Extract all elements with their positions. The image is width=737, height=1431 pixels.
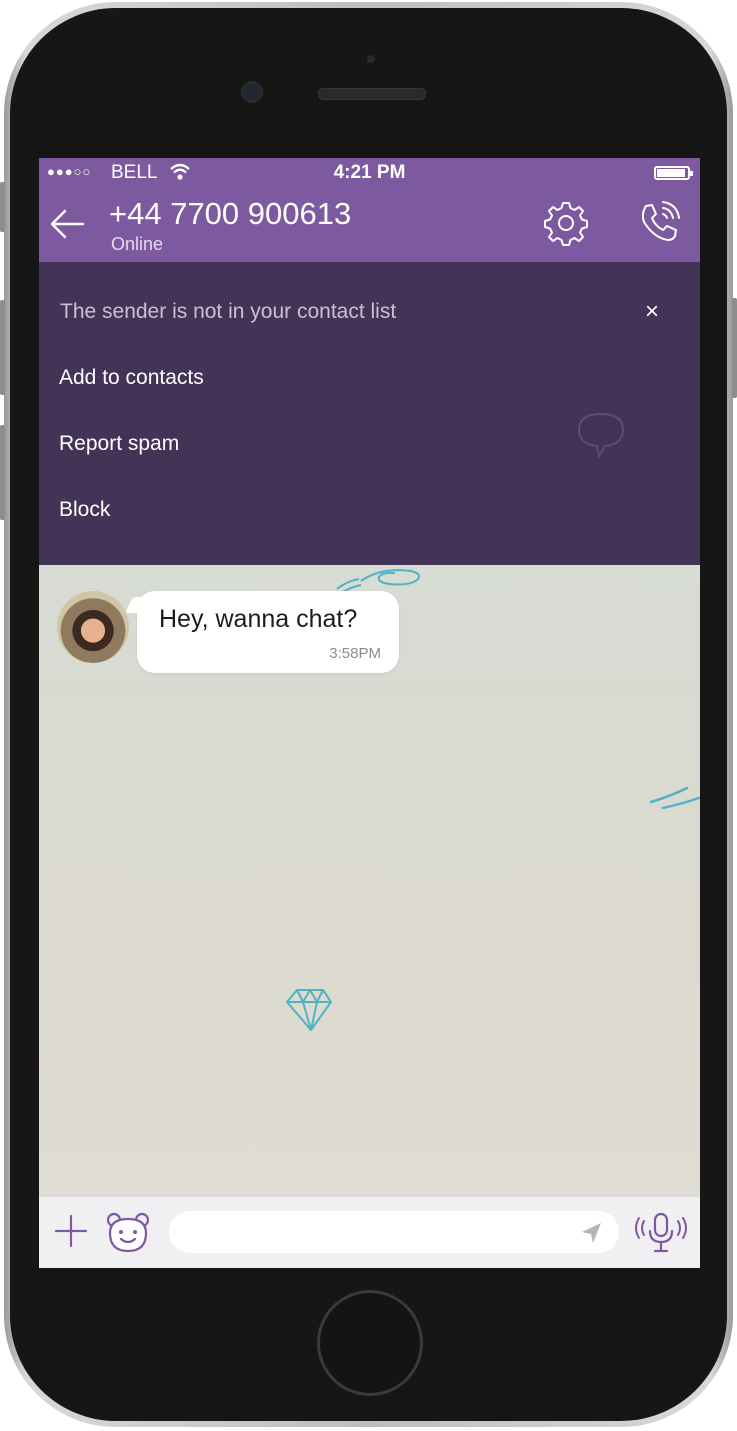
mute-switch [0, 182, 5, 232]
report-spam-button[interactable]: Report spam [59, 432, 179, 456]
unknown-sender-banner: The sender is not in your contact list ×… [39, 262, 700, 565]
phone-call-icon[interactable] [634, 198, 684, 248]
front-camera [241, 81, 263, 103]
battery-level [657, 169, 685, 177]
home-button[interactable] [317, 1290, 423, 1396]
composer-bar [39, 1196, 700, 1268]
close-icon[interactable]: × [645, 300, 659, 324]
banner-message: The sender is not in your contact list [60, 300, 397, 323]
diamond-doodle-icon [286, 989, 332, 1031]
proximity-sensor [367, 55, 375, 63]
chat-header: +44 7700 900613 Online [39, 188, 700, 262]
stroke-doodle-icon [649, 786, 700, 810]
message-timestamp: 3:58PM [329, 645, 381, 662]
contact-number[interactable]: +44 7700 900613 [109, 196, 351, 232]
power-button [732, 298, 737, 398]
gear-icon[interactable] [541, 198, 591, 248]
earpiece-speaker [318, 88, 426, 100]
back-arrow-icon[interactable] [47, 204, 87, 244]
message-text: Hey, wanna chat? [159, 605, 358, 633]
clock: 4:21 PM [333, 162, 406, 183]
avatar[interactable] [57, 591, 129, 663]
battery-icon [654, 166, 693, 180]
status-bar: ●●●○○ BELL 4:21 PM [39, 158, 700, 188]
block-button[interactable]: Block [59, 498, 110, 522]
message-input[interactable] [169, 1211, 619, 1253]
volume-down-button [0, 425, 5, 520]
contact-status: Online [111, 234, 164, 254]
sticker-bear-icon[interactable] [105, 1211, 151, 1255]
screen: ●●●○○ BELL 4:21 PM +44 7700 900613 Onlin… [39, 158, 700, 1268]
add-to-contacts-button[interactable]: Add to contacts [59, 366, 204, 390]
volume-up-button [0, 300, 5, 395]
speech-bubble-doodle-icon [577, 412, 625, 458]
plus-icon[interactable] [53, 1213, 89, 1249]
message-bubble[interactable]: Hey, wanna chat? 3:58PM [137, 591, 399, 673]
send-icon[interactable] [579, 1221, 603, 1245]
microphone-icon[interactable] [635, 1211, 687, 1255]
